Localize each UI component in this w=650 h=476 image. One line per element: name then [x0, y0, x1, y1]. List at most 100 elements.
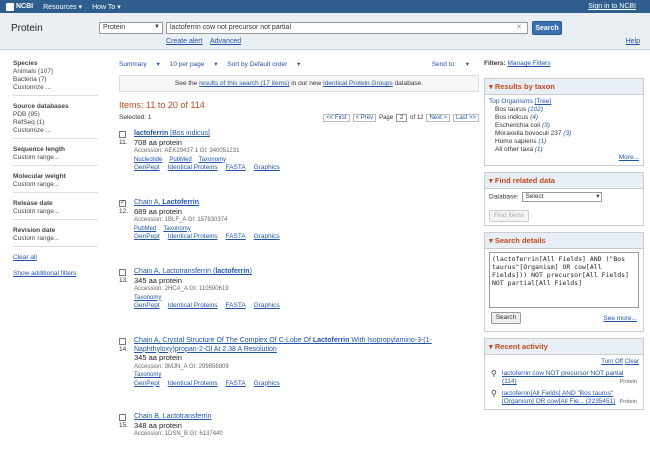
result-title-link[interactable]: Chain A, Crystal Structure Of The Comple… [134, 337, 479, 354]
search-button[interactable]: Search [532, 21, 562, 35]
result-action-link[interactable]: FASTA [226, 302, 246, 309]
prev-page-button[interactable]: < Prev [352, 114, 377, 122]
filter-option[interactable]: Custom range... [13, 181, 103, 189]
result-action-link[interactable]: Identical Proteins [168, 164, 218, 171]
manage-filters-link[interactable]: Manage Filters [507, 60, 550, 67]
result-action-link[interactable]: FASTA [226, 380, 246, 387]
summary-dropdown[interactable]: Summary ▾ [119, 61, 160, 68]
result-checkbox[interactable] [119, 414, 126, 421]
clear-all-link[interactable]: Clear all [13, 254, 103, 262]
taxon-row[interactable]: Homo sapiens (1) [489, 138, 639, 146]
taxon-row[interactable]: All other taxa (1) [489, 146, 639, 154]
related-link[interactable]: PubMed [134, 226, 156, 232]
more-taxa-link[interactable]: More... [619, 154, 639, 161]
create-alert-link[interactable]: Create alert [166, 38, 203, 45]
taxon-name: Bos indicus [495, 114, 529, 121]
result-action-link[interactable]: Identical Proteins [168, 380, 218, 387]
result-actions: GenPept Identical Proteins FASTA Graphics [134, 302, 479, 311]
details-search-button[interactable]: Search [491, 312, 521, 324]
result-title-link[interactable]: Chain A, Lactotransferrin (lactoferrin) [134, 268, 479, 277]
sort-dropdown[interactable]: Sort by Default order ▾ [227, 61, 300, 68]
result-action-link[interactable]: GenPept [134, 233, 160, 240]
recent-query-link[interactable]: lactoferrin[All Fields] AND "Bos taurus"… [502, 390, 615, 405]
result-checkbox[interactable] [119, 131, 126, 138]
search-input[interactable]: lactoferrin cow not precursor not partia… [166, 22, 528, 34]
taxon-row[interactable]: Bos taurus (102) [489, 106, 639, 114]
taxon-panel-title[interactable]: ▾ Results by taxon [485, 79, 643, 95]
result-action-link[interactable]: FASTA [226, 164, 246, 171]
clear-recent-link[interactable]: Clear [625, 359, 639, 365]
filter-option[interactable]: Animals (107) [13, 68, 103, 76]
page-number-input[interactable]: 2 [396, 114, 408, 122]
ncbi-logo[interactable]: NCBI [6, 2, 33, 11]
result-action-link[interactable]: FASTA [226, 233, 246, 240]
result-action-link[interactable]: GenPept [134, 164, 160, 171]
related-link[interactable]: Taxonomy [134, 372, 161, 378]
next-page-button[interactable]: Next > [426, 114, 450, 122]
recent-panel-title[interactable]: ▾ Recent activity [485, 339, 643, 355]
result-action-link[interactable]: Graphics [254, 164, 280, 171]
result-action-link[interactable]: GenPept [134, 302, 160, 309]
show-additional-filters-link[interactable]: Show additional filters [13, 270, 103, 278]
related-database-select[interactable]: Select ▾ [522, 192, 603, 202]
first-page-button[interactable]: << First [323, 114, 350, 122]
search-icon: ⚲ [491, 389, 497, 398]
related-link[interactable]: Nucleotide [134, 157, 162, 163]
result-title-link[interactable]: lactoferrin [Bos indicus] [134, 130, 479, 139]
result-action-link[interactable]: Graphics [254, 302, 280, 309]
send-to-dropdown[interactable]: Send to: ▾ [432, 60, 469, 68]
result-action-link[interactable]: Identical Proteins [168, 302, 218, 309]
filter-option[interactable]: Custom range... [13, 154, 103, 162]
ncbi-logo-icon [6, 2, 14, 11]
result-checkbox[interactable] [119, 338, 126, 345]
ipg-results-link[interactable]: results of this search (17 items) [199, 80, 289, 87]
related-link[interactable]: Taxonomy [199, 157, 226, 163]
filter-option[interactable]: RefSeq (1) [13, 119, 103, 127]
related-link[interactable]: Taxonomy [163, 226, 190, 232]
taxon-row[interactable]: Bos indicus (4) [489, 114, 639, 122]
find-items-button[interactable]: Find items [489, 210, 529, 222]
filter-option[interactable]: Customize ... [13, 84, 103, 92]
top-organisms-tab[interactable]: Top Organisms [489, 98, 533, 105]
resources-menu[interactable]: Resources ▾ [43, 3, 82, 11]
taxon-row[interactable]: Moraxella bovoculi 237 (3) [489, 130, 639, 138]
query-translation-textarea[interactable]: (lactoferrin[All Fields] AND ("Bos tauru… [489, 252, 639, 308]
result-actions: GenPept Identical Proteins FASTA Graphics [134, 380, 479, 389]
per-page-dropdown[interactable]: 10 per page ▾ [170, 61, 218, 68]
related-panel-title[interactable]: ▾ Find related data [485, 173, 643, 189]
result-action-link[interactable]: GenPept [134, 380, 160, 387]
taxon-count: (3) [541, 122, 550, 129]
ipg-database-link[interactable]: Identical Protein Groups [323, 80, 393, 87]
result-title-link[interactable]: Chain A, Lactoferrin [134, 199, 479, 208]
taxon-row[interactable]: Escherichia coli (3) [489, 122, 639, 130]
taxon-name: Bos taurus [495, 106, 527, 113]
filter-group: Source databases PDB (95) RefSeq (1) Custom… [13, 103, 103, 139]
signin-link[interactable]: Sign in to NCBI [588, 3, 636, 10]
result-action-link[interactable]: Graphics [254, 380, 280, 387]
filter-option[interactable]: Custom range... [13, 208, 103, 216]
filter-option[interactable]: Bacteria (7) [13, 76, 103, 84]
result-action-link[interactable]: Graphics [254, 233, 280, 240]
database-select[interactable]: Protein ▼ [99, 22, 163, 34]
filter-option[interactable]: Custom range... [13, 235, 103, 243]
recent-item[interactable]: ⚲ lactoferrin[All Fields] AND "Bos taurus… [489, 390, 639, 406]
tree-link[interactable]: [Tree] [535, 98, 552, 105]
related-link[interactable]: PubMed [169, 157, 191, 163]
details-panel-title[interactable]: ▾ Search details [485, 233, 643, 249]
filter-option[interactable]: Customize ... [13, 127, 103, 135]
see-more-link[interactable]: See more... [603, 315, 637, 323]
result-action-link[interactable]: Identical Proteins [168, 233, 218, 240]
result-checkbox[interactable] [119, 269, 126, 276]
advanced-link[interactable]: Advanced [210, 38, 241, 45]
recent-item[interactable]: ⚲ lactoferrin cow NOT precursor NOT parti… [489, 370, 639, 386]
related-link[interactable]: Taxonomy [134, 295, 161, 301]
filter-option[interactable]: PDB (95) [13, 111, 103, 119]
result-checkbox[interactable]: ✓ [119, 200, 126, 207]
clear-input-icon[interactable]: ✕ [516, 23, 522, 31]
help-link[interactable]: Help [626, 38, 640, 45]
last-page-button[interactable]: Last >> [452, 114, 479, 122]
recent-query-link[interactable]: lactoferrin cow NOT precursor NOT partia… [502, 370, 624, 385]
turn-off-link[interactable]: Turn Off [601, 359, 623, 365]
howto-menu[interactable]: How To ▾ [92, 3, 121, 11]
result-title-link[interactable]: Chain B, Lactotransferrin [134, 413, 479, 422]
